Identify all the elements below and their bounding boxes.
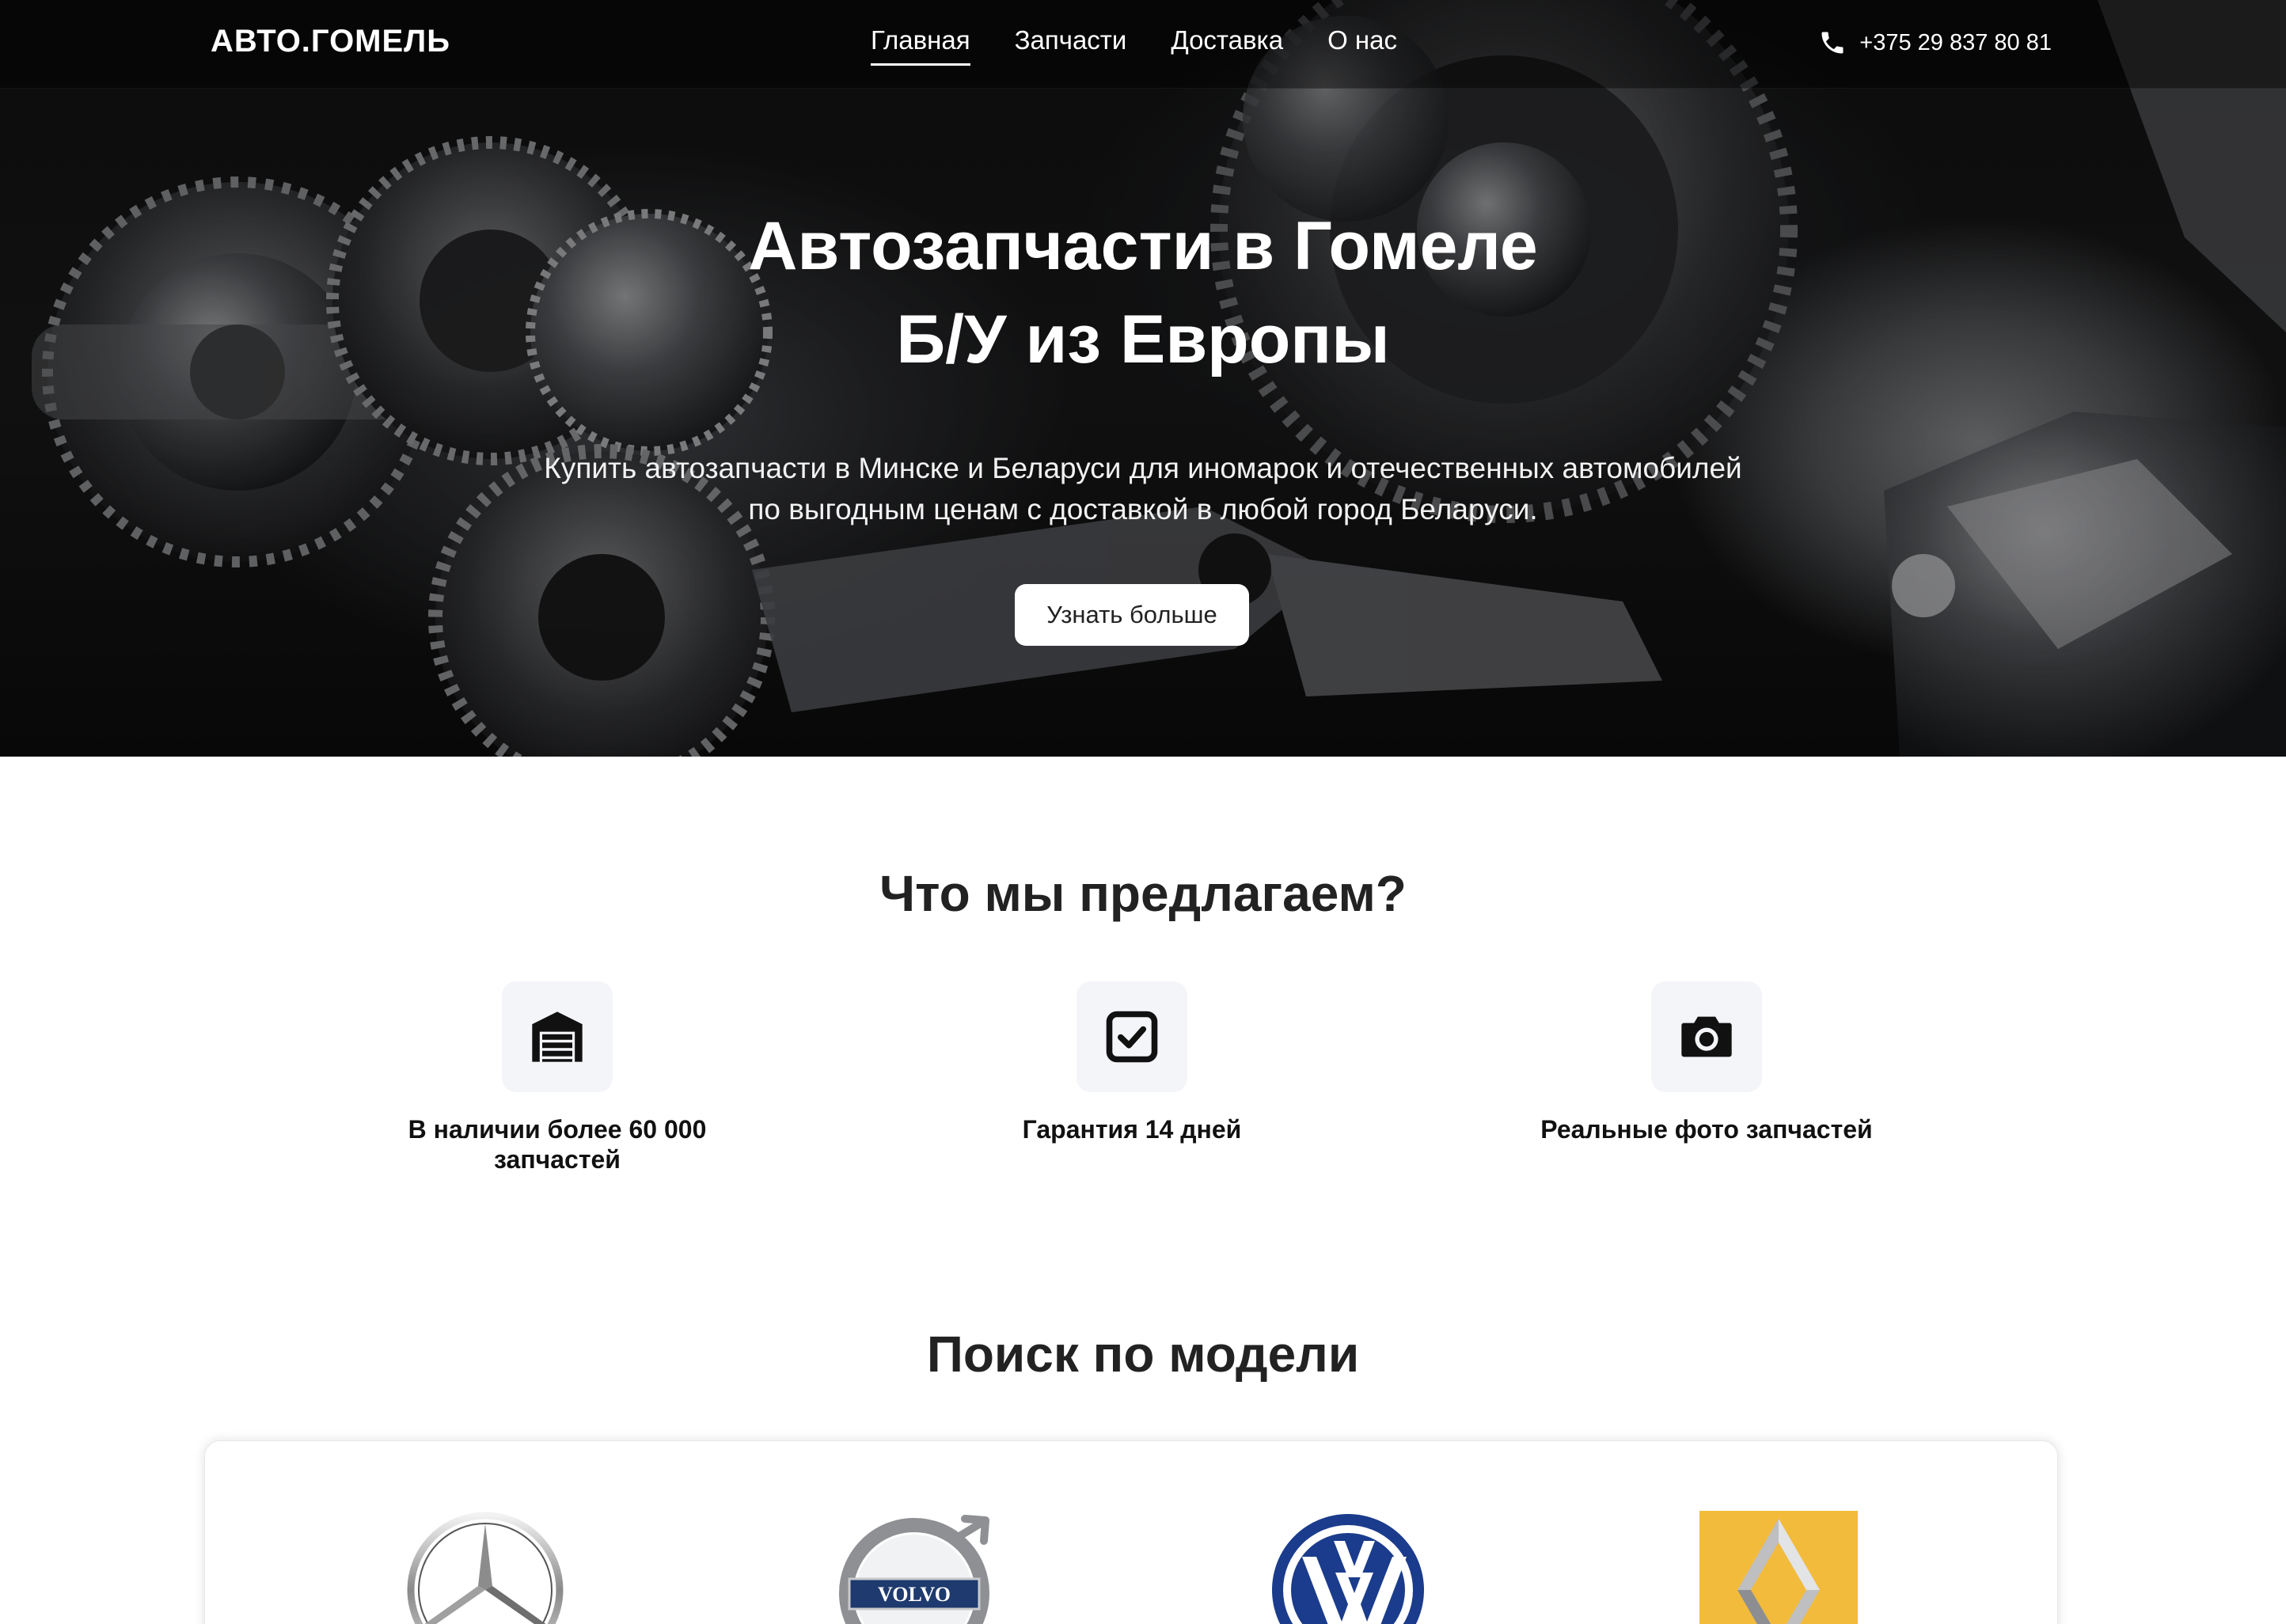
nav-item-parts[interactable]: Запчасти <box>1015 25 1127 66</box>
feature-icon-box <box>1077 981 1187 1092</box>
site-logo[interactable]: АВТО.ГОМЕЛЬ <box>211 24 450 59</box>
hero-title-line2: Б/У из Европы <box>896 302 1390 378</box>
hero-subtitle-line2: по выгодным ценам с доставкой в любой го… <box>748 493 1538 526</box>
feature-label: Реальные фото запчастей <box>1540 1115 1873 1144</box>
nav-item-delivery[interactable]: Доставка <box>1171 25 1283 66</box>
feature-warranty: Гарантия 14 дней <box>966 981 1298 1144</box>
models-section-title: Поиск по модели <box>926 1326 1360 1383</box>
hero-subtitle-line1: Купить автозапчасти в Минске и Беларуси … <box>544 452 1742 484</box>
phone-link[interactable]: +375 29 837 80 81 <box>1818 28 2052 57</box>
feature-label: В наличии более 60 000 запчастей <box>391 1114 723 1174</box>
camera-icon <box>1681 1016 1732 1057</box>
phone-icon <box>1821 32 1844 54</box>
hero-subtitle: Купить автозапчасти в Минске и Беларуси … <box>0 448 2286 530</box>
feature-label-line2: запчастей <box>494 1145 621 1174</box>
volvo-logo-text: VOLVO <box>878 1583 951 1606</box>
brand-carousel: VOLVO <box>204 1440 2058 1624</box>
hero-title-line1: Автозапчасти в Гомеле <box>748 208 1538 284</box>
feature-photos: Реальные фото запчастей <box>1540 981 1873 1144</box>
mercedes-logo[interactable] <box>406 1511 564 1624</box>
nav-item-home[interactable]: Главная <box>871 25 970 66</box>
top-navbar: АВТО.ГОМЕЛЬ Главная Запчасти Доставка О … <box>0 0 2286 89</box>
learn-more-button[interactable]: Узнать больше <box>1015 584 1249 646</box>
checkbox-icon <box>1106 1011 1158 1063</box>
offer-section-title: Что мы предлагаем? <box>879 865 1407 922</box>
nav-item-about[interactable]: О нас <box>1327 25 1397 66</box>
phone-number: +375 29 837 80 81 <box>1859 29 2052 55</box>
feature-icon-box <box>502 981 613 1092</box>
volkswagen-logo[interactable] <box>1269 1511 1427 1624</box>
feature-label-line1: В наличии более 60 000 <box>408 1115 707 1144</box>
hero-section: АВТО.ГОМЕЛЬ Главная Запчасти Доставка О … <box>0 0 2286 757</box>
hero-title: Автозапчасти в Гомеле Б/У из Европы <box>0 199 2286 386</box>
main-menu: Главная Запчасти Доставка О нас <box>871 25 1397 66</box>
feature-label: Гарантия 14 дней <box>1022 1115 1242 1144</box>
feature-stock: В наличии более 60 000 запчастей <box>391 981 723 1174</box>
warehouse-icon <box>532 1011 583 1062</box>
volvo-logo[interactable]: VOLVO <box>838 1511 997 1624</box>
renault-logo[interactable] <box>1699 1511 1858 1624</box>
feature-icon-box <box>1651 981 1762 1092</box>
